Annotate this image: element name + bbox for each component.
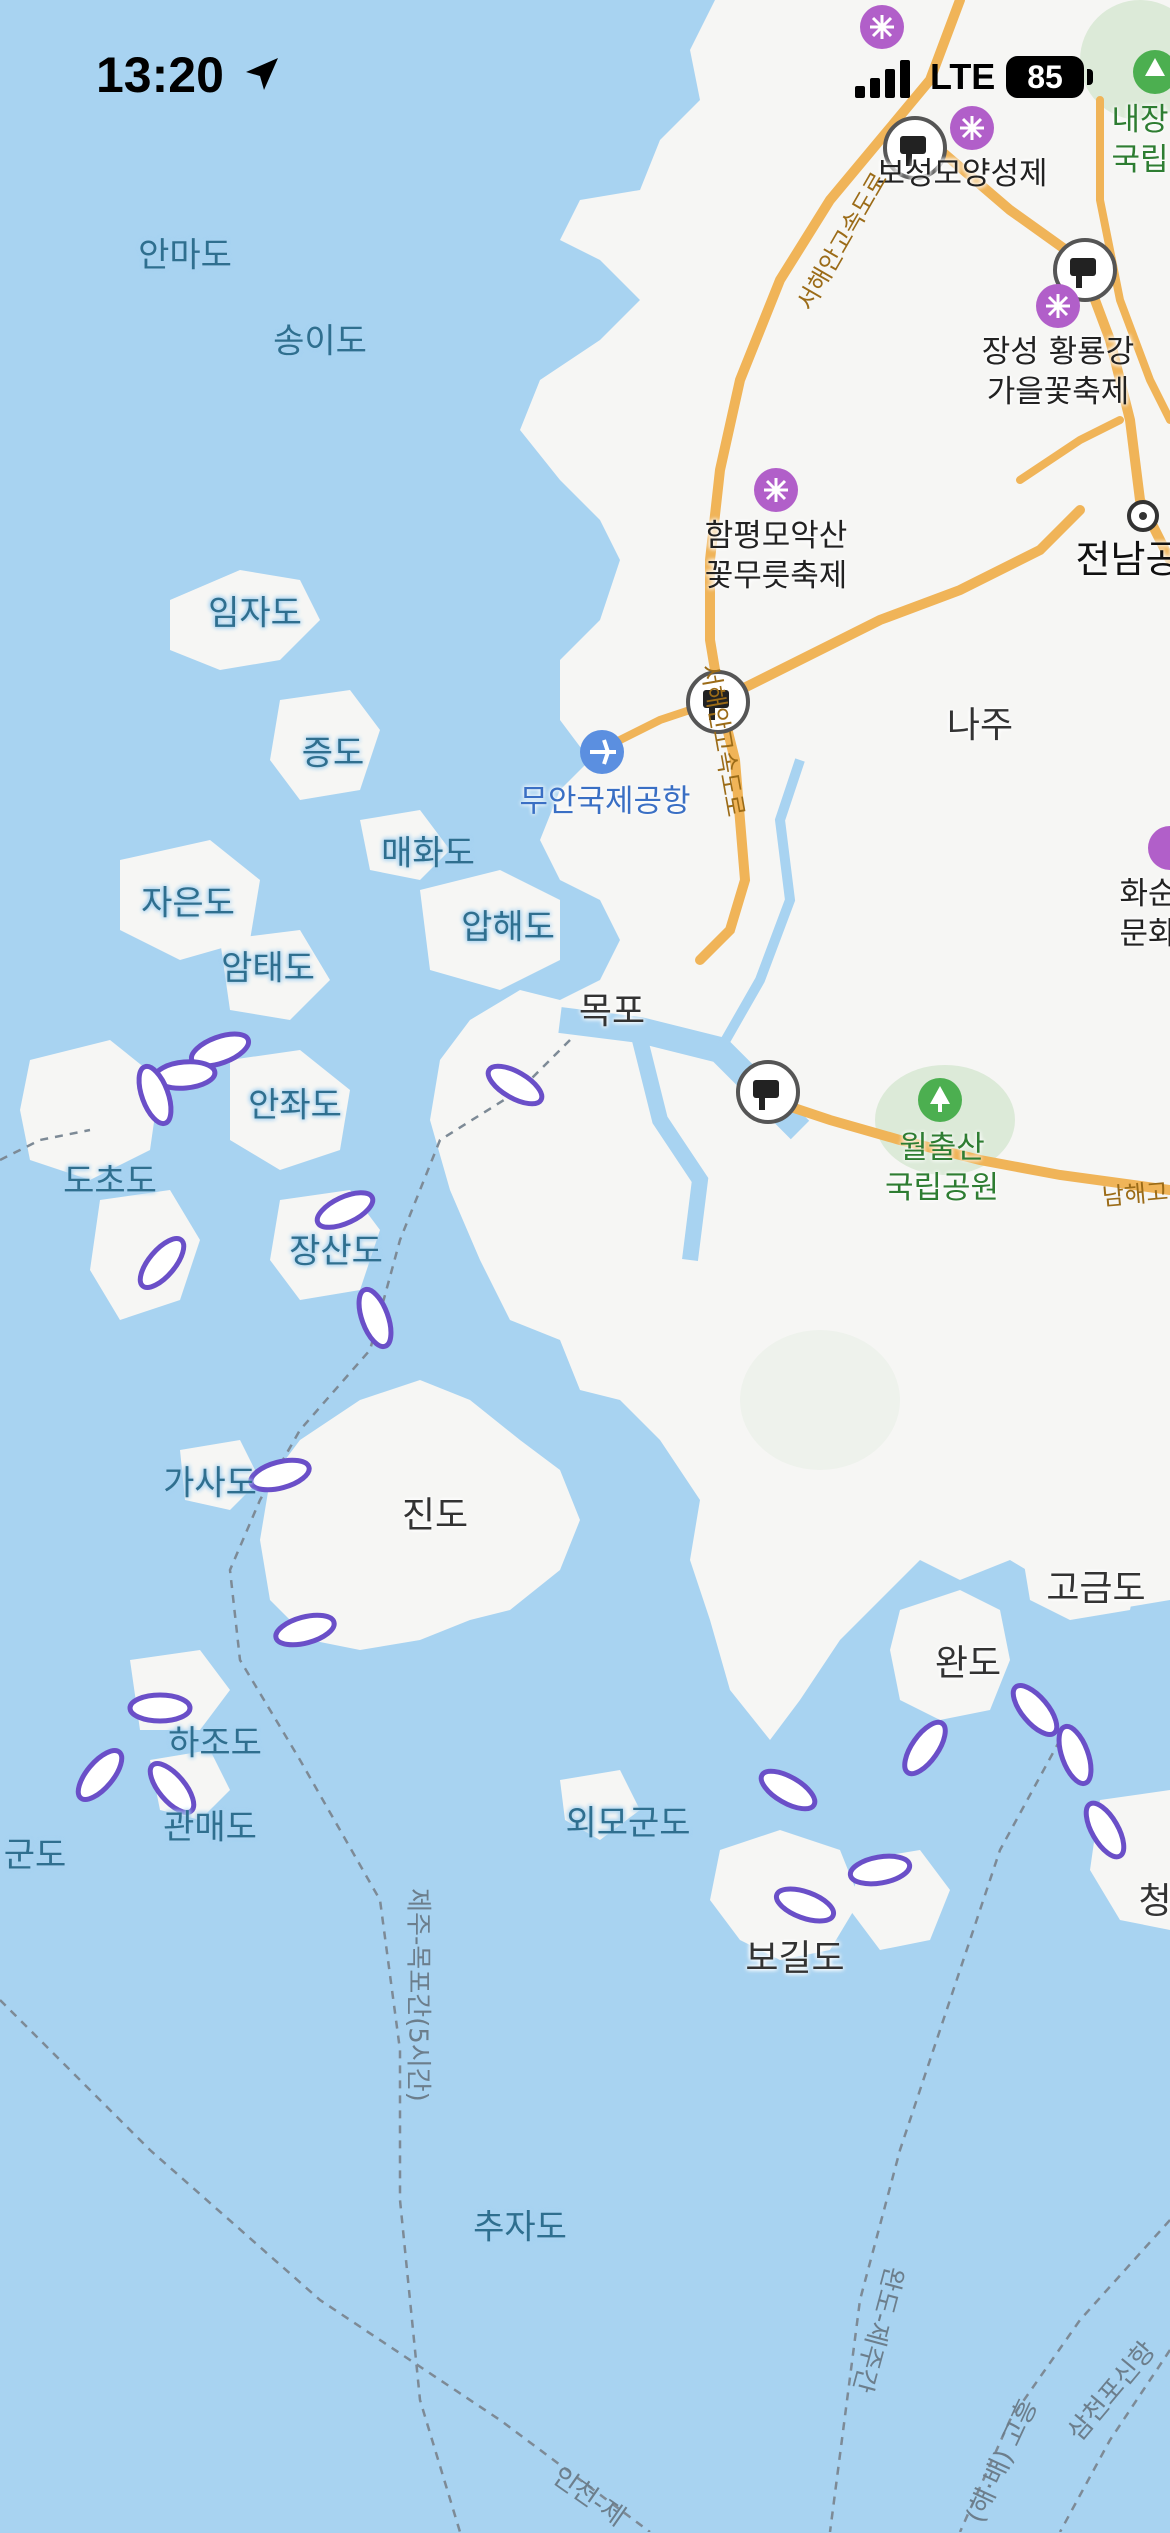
- island-label-aphaedo: 압해도: [461, 907, 555, 948]
- island-label-songido: 송이도: [273, 321, 367, 362]
- cellular-signal-icon: [855, 60, 910, 98]
- island-label-gwanmaedo: 관매도: [163, 1807, 257, 1848]
- hill-area: [740, 1330, 900, 1470]
- island-label-gogeumdo: 고금도: [1046, 1568, 1146, 1609]
- poi-label-hampyeong-festival[interactable]: 함평모악산 꽃무릇축제: [705, 516, 848, 596]
- island-label-jaeundo: 자은도: [141, 883, 235, 924]
- battery-tip: [1087, 69, 1093, 85]
- island-label-jindo: 진도: [401, 1495, 469, 1536]
- island-label-gundo: 군도: [3, 1835, 67, 1876]
- location-arrow-icon: [246, 58, 278, 90]
- island-label-jangsando: 장산도: [289, 1231, 383, 1272]
- island-label-wando: 완도: [934, 1643, 1002, 1684]
- island-label-amtaedo: 암태도: [221, 948, 315, 989]
- island-label-bogildo: 보길도: [745, 1938, 845, 1979]
- park-label-wolchulsan[interactable]: 월출산 국립공원: [885, 1128, 999, 1208]
- network-type: LTE: [930, 56, 996, 97]
- island-label-imjado: 임자도: [208, 593, 302, 634]
- island-label-cheong: 청: [1138, 1881, 1170, 1922]
- poi-label-hwasun[interactable]: 화순 문화: [1119, 874, 1170, 954]
- battery-icon: 85: [1006, 56, 1084, 98]
- status-bar: 13:20 LTE 85: [0, 0, 1170, 150]
- status-time: 13:20: [96, 47, 224, 103]
- island-label-anjwado: 안좌도: [248, 1085, 342, 1126]
- city-label-naju: 나주: [946, 705, 1014, 746]
- island-label-anmado: 안마도: [138, 235, 232, 276]
- island-label-maehwado: 매화도: [381, 833, 475, 874]
- airport-label-muan[interactable]: 무안국제공항: [519, 776, 690, 821]
- island-label-chujado: 추자도: [473, 2207, 567, 2248]
- island-label-dochodo: 도초도: [63, 1161, 157, 1202]
- island-label-hajodo: 하조도: [168, 1723, 262, 1764]
- poi-label-boseong-festival[interactable]: 보성모양성제: [876, 154, 1047, 194]
- ferry-route-label-jeju-mokpo: 제주-목포간(5시간): [402, 1888, 433, 2102]
- island-label-oemogundo: 외모군도: [565, 1803, 691, 1844]
- island-label-jeungdo: 증도: [301, 733, 365, 774]
- highway-label-namhae: 남해고: [1100, 1177, 1170, 1212]
- poi-label-jangseong-festival[interactable]: 장성 황룡강 가을꽃축제: [982, 332, 1134, 412]
- city-label-jeonnam: 전남공: [1075, 537, 1170, 582]
- city-label-mokpo: 목포: [578, 991, 646, 1032]
- island-label-gasado: 가사도: [163, 1463, 257, 1504]
